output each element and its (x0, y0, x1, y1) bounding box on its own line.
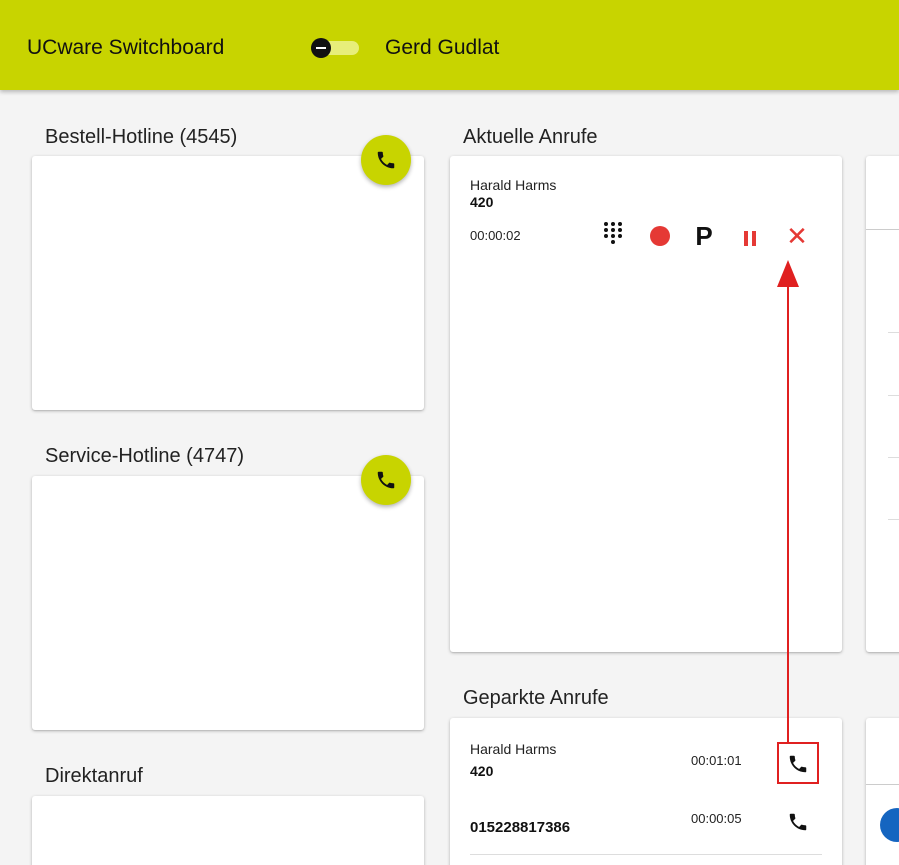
phone-icon (377, 471, 395, 489)
toggle-knob-icon (311, 38, 331, 58)
right-panel-card (866, 156, 899, 652)
queue-title-bestell: Bestell-Hotline (4545) (45, 126, 238, 148)
queue-card-bestell (32, 156, 424, 410)
user-name: Gerd Gudlat (385, 36, 500, 59)
annotation-arrow-line (787, 285, 789, 743)
call-duration: 00:00:02 (470, 228, 521, 243)
annotation-highlight-box (777, 742, 819, 784)
hold-button[interactable] (738, 226, 762, 250)
right-panel-divider (888, 457, 899, 458)
queue-call-button-bestell[interactable] (361, 135, 411, 185)
phone-icon (789, 813, 807, 831)
pickup-parked-button[interactable] (784, 808, 812, 836)
park-icon: P (695, 221, 713, 251)
queue-card-service (32, 476, 424, 730)
parked-calls-card: Harald Harms 420 00:01:01 015228817386 0… (450, 718, 842, 865)
right-panel-divider (888, 395, 899, 396)
queue-call-button-service[interactable] (361, 455, 411, 505)
list-divider (470, 854, 822, 855)
right-panel-divider (866, 784, 899, 785)
app-title: UCware Switchboard (27, 36, 225, 59)
current-calls-card: Harald Harms 420 00:00:02 P ✕ (450, 156, 842, 652)
queue-title-service: Service-Hotline (4747) (45, 445, 244, 467)
availability-toggle[interactable] (311, 38, 359, 58)
park-button[interactable]: P (692, 222, 716, 250)
direct-call-card (32, 796, 424, 865)
caller-number: 420 (470, 194, 494, 210)
top-app-bar: UCware Switchboard Gerd Gudlat (0, 0, 899, 90)
record-button[interactable] (648, 224, 672, 248)
dialpad-icon (604, 222, 622, 244)
right-panel-divider (888, 519, 899, 520)
parked-duration: 00:00:05 (691, 811, 742, 826)
record-icon (650, 226, 670, 246)
parked-caller-name: Harald Harms (470, 741, 557, 757)
right-panel-divider (888, 332, 899, 333)
current-calls-title: Aktuelle Anrufe (463, 126, 598, 148)
avatar[interactable] (880, 808, 899, 842)
parked-duration: 00:01:01 (691, 753, 742, 768)
parked-caller-number: 015228817386 (470, 819, 571, 836)
direct-call-title: Direktanruf (45, 765, 143, 787)
parked-calls-title: Geparkte Anrufe (463, 687, 609, 709)
annotation-arrow-head-icon (777, 260, 799, 287)
right-panel-card-2 (866, 718, 899, 865)
close-icon: ✕ (786, 221, 808, 251)
caller-name: Harald Harms (470, 177, 557, 193)
hangup-button[interactable]: ✕ (784, 222, 810, 250)
right-panel-divider (866, 229, 899, 230)
dialpad-button[interactable] (600, 220, 626, 246)
pause-icon (744, 230, 756, 246)
parked-caller-number: 420 (470, 763, 494, 779)
phone-icon (377, 151, 395, 169)
